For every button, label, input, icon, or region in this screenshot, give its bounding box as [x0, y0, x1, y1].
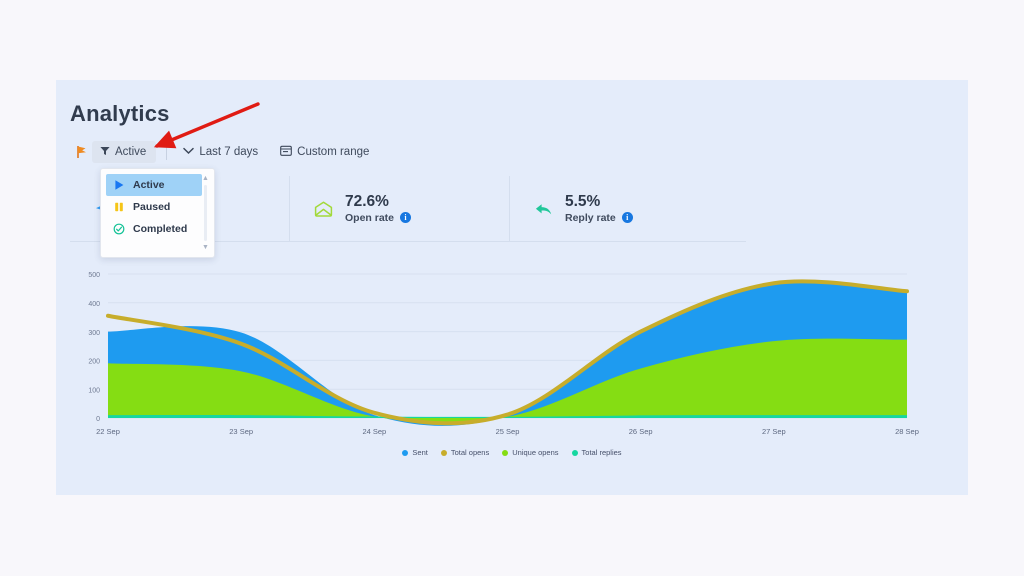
x-axis-tick: 25 Sep: [496, 427, 520, 436]
chart-svg: 0 100 200 300 400 500 22 Sep 23 Sep 24 Sep 25 Sep…: [88, 272, 919, 436]
open-envelope-icon: [312, 198, 334, 220]
dropdown-option-paused-label: Paused: [133, 201, 171, 213]
scroll-down-icon[interactable]: ▼: [202, 244, 209, 251]
date-range-selector[interactable]: Last 7 days: [177, 141, 264, 163]
dropdown-option-active[interactable]: Active: [106, 174, 202, 196]
x-axis-tick: 22 Sep: [96, 427, 120, 436]
date-range-label: Last 7 days: [199, 146, 259, 158]
y-axis-tick: 100: [88, 387, 100, 394]
custom-range-label: Custom range: [297, 146, 370, 158]
y-axis-tick: 0: [96, 416, 100, 423]
info-icon-open-rate[interactable]: i: [400, 212, 412, 224]
pause-icon: [112, 201, 125, 214]
filter-active-chip[interactable]: Active: [92, 141, 157, 163]
play-icon: [112, 179, 125, 192]
stat-value-reply-rate: 5.5%: [565, 192, 601, 210]
custom-range-button[interactable]: Custom range: [274, 141, 375, 163]
legend-label: Unique opens: [512, 448, 559, 457]
legend-item[interactable]: Sent: [402, 448, 428, 457]
legend-item[interactable]: Unique opens: [502, 448, 559, 457]
dropdown-option-paused[interactable]: Paused: [106, 196, 204, 218]
chevron-down-icon: [183, 146, 195, 158]
calendar-icon: [280, 145, 293, 159]
stat-label-reply-rate: Reply rate i: [565, 211, 633, 224]
status-filter-dropdown[interactable]: Active Paused Completed ▲ ▼: [100, 168, 215, 258]
dropdown-scrollbar-track: [204, 185, 207, 241]
x-axis-tick: 23 Sep: [229, 427, 253, 436]
x-axis-tick: 28 Sep: [895, 427, 919, 436]
x-axis-tick: 24 Sep: [362, 427, 386, 436]
y-axis-tick: 500: [88, 272, 100, 279]
stat-label-open-rate-text: Open rate: [345, 211, 395, 224]
stat-label-reply-rate-text: Reply rate: [565, 211, 616, 224]
analytics-area-chart[interactable]: 0 100 200 300 400 500 22 Sep 23 Sep 24 Sep 25 Sep…: [70, 268, 954, 464]
reply-arrow-icon: [532, 198, 554, 220]
x-axis-tick: 26 Sep: [629, 427, 653, 436]
check-circle-icon: [112, 223, 125, 236]
legend-swatch: [440, 449, 447, 456]
legend-swatch: [571, 449, 578, 456]
analytics-panel: Analytics Active Last 7 days Custom rang…: [56, 80, 968, 495]
chart-legend: Sent Total opens Unique opens Total replies: [70, 448, 954, 457]
dropdown-scrollbar[interactable]: ▲ ▼: [201, 175, 210, 251]
legend-label: Total opens: [450, 448, 490, 457]
dropdown-option-completed-label: Completed: [133, 223, 188, 235]
funnel-icon: [100, 146, 110, 159]
dropdown-option-active-label: Active: [133, 179, 165, 191]
x-axis-tick: 27 Sep: [762, 427, 786, 436]
info-icon-reply-rate[interactable]: i: [621, 212, 633, 224]
stat-value-open-rate: 72.6%: [345, 192, 389, 210]
legend-item[interactable]: Total opens: [440, 448, 490, 457]
stat-label-open-rate: Open rate i: [345, 211, 412, 224]
flag-icon[interactable]: [70, 145, 92, 159]
toolbar-divider: [166, 144, 168, 160]
scroll-up-icon[interactable]: ▲: [202, 175, 209, 182]
toolbar: Active Last 7 days Custom range: [70, 140, 375, 164]
stat-card-reply-rate: 5.5% Reply rate i: [510, 176, 730, 241]
page-title: Analytics: [70, 101, 170, 126]
legend-label: Sent: [412, 448, 428, 457]
filter-active-label: Active: [115, 146, 147, 158]
stat-card-open-rate: 72.6% Open rate i: [290, 176, 510, 241]
y-axis-tick: 300: [88, 330, 100, 337]
legend-label: Total replies: [581, 448, 622, 457]
screenshot-root: Analytics Active Last 7 days Custom rang…: [0, 0, 1024, 576]
legend-swatch: [402, 449, 409, 456]
y-axis-tick: 200: [88, 359, 100, 366]
y-axis-tick: 400: [88, 301, 100, 308]
legend-swatch: [502, 449, 509, 456]
dropdown-option-completed[interactable]: Completed: [106, 218, 204, 240]
legend-item[interactable]: Total replies: [571, 448, 622, 457]
